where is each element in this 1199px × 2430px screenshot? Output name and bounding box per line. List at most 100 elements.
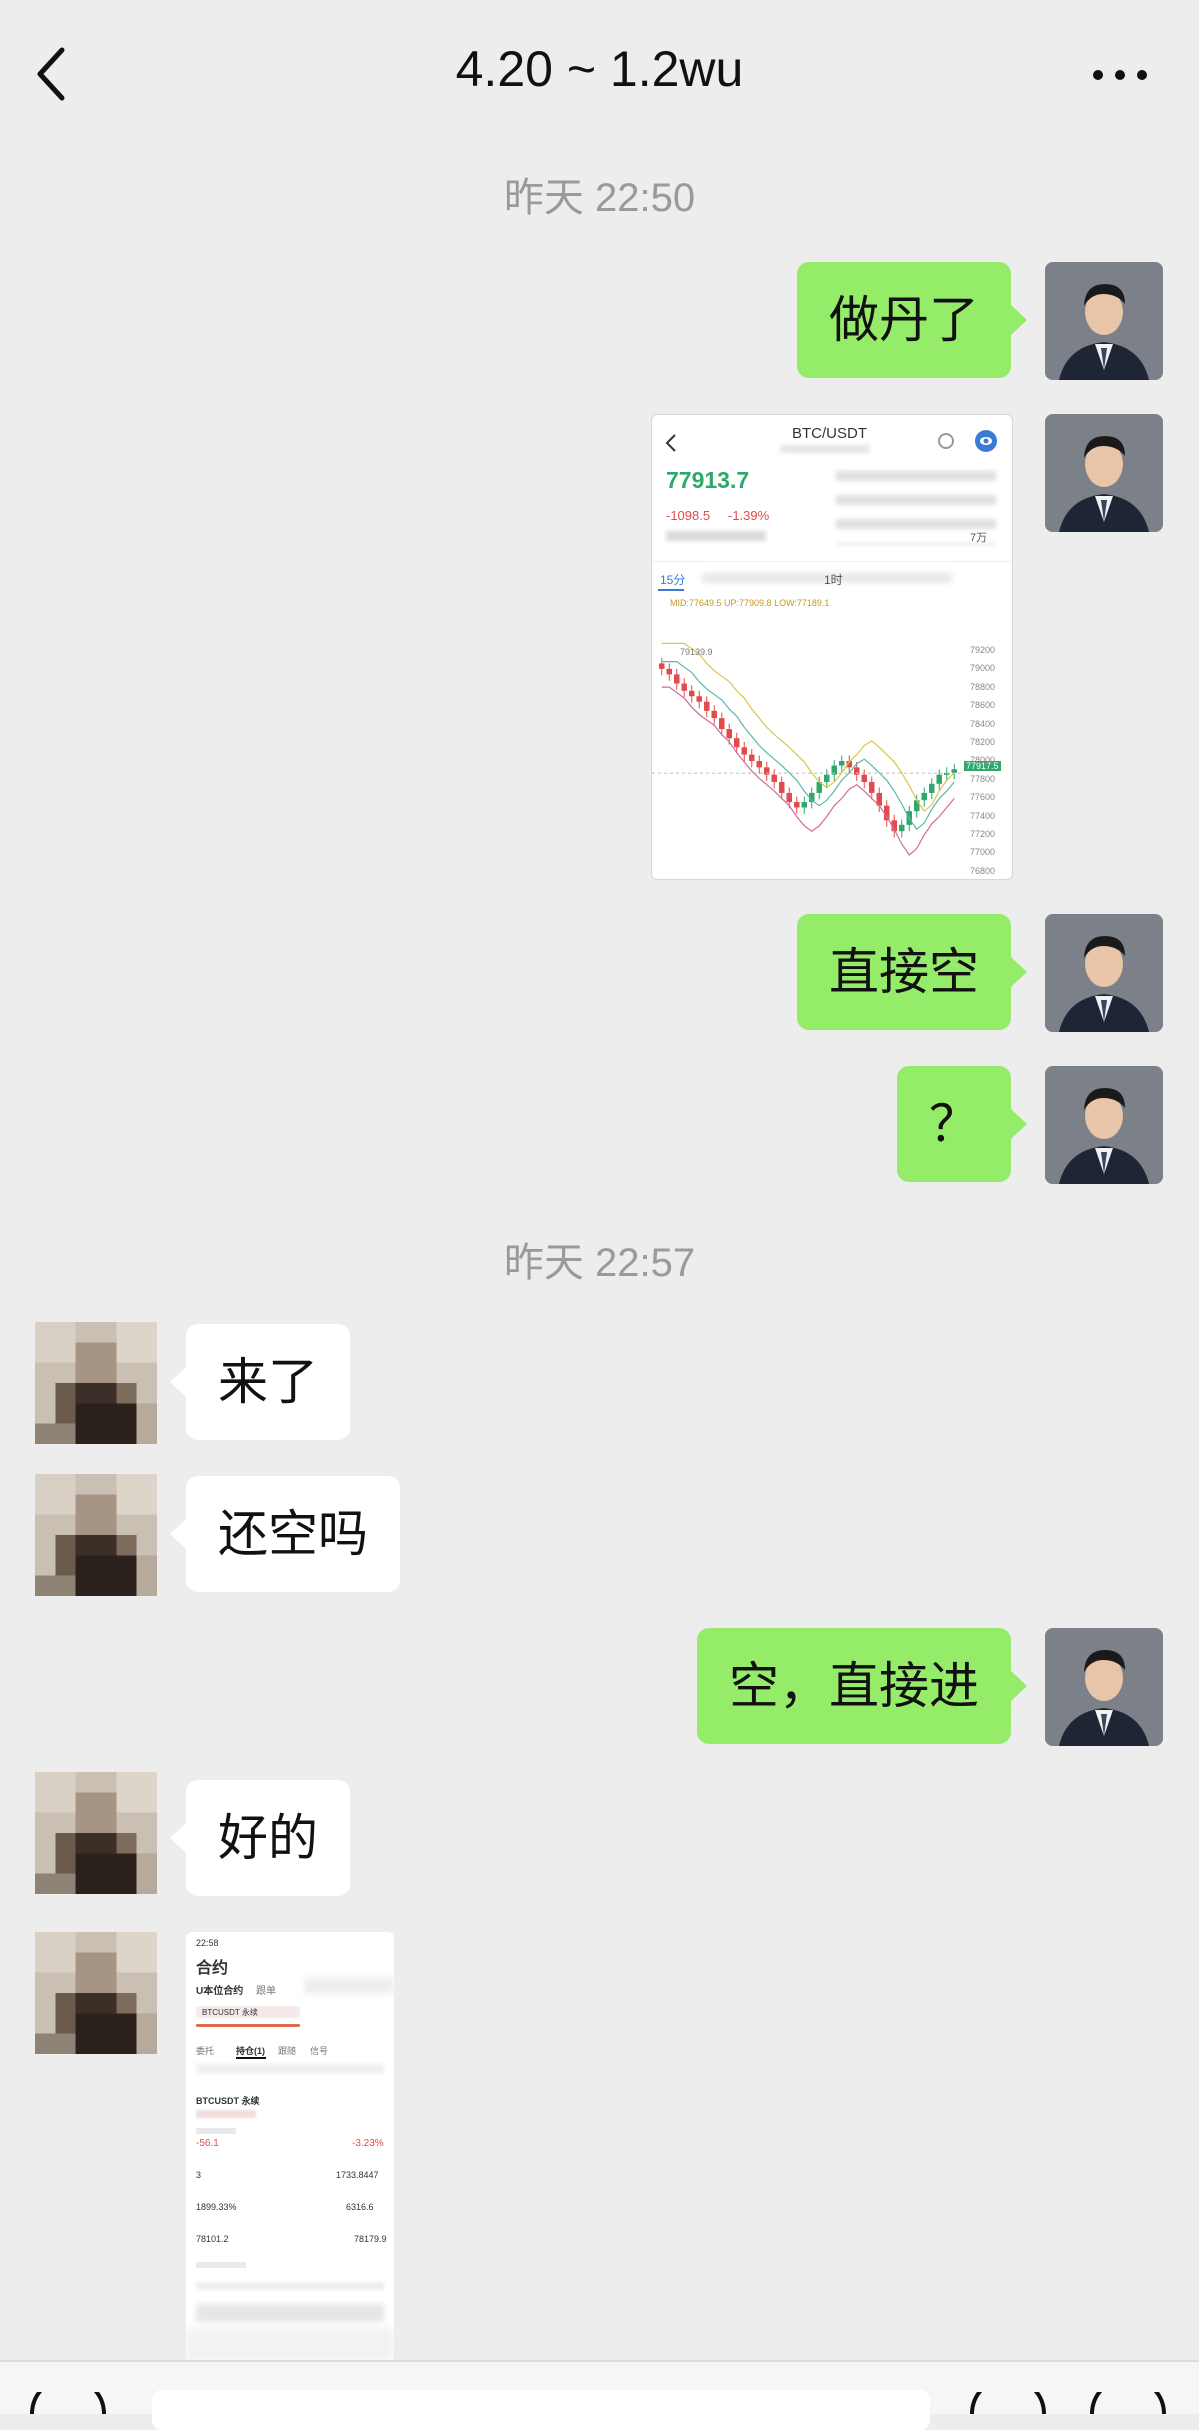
- tab-1h: 1时: [824, 573, 843, 587]
- y-tick-label: 77400: [970, 810, 996, 821]
- message-bubble-me[interactable]: ？: [897, 1066, 1027, 1182]
- y-tick-label: 77200: [970, 829, 996, 839]
- candle-body: [659, 663, 665, 669]
- candle-body: [711, 710, 717, 719]
- blurred-stat: [666, 531, 766, 541]
- avatar-me[interactable]: [1045, 914, 1163, 1032]
- y-tick-label: 76800: [970, 865, 996, 876]
- portrait-icon: [1045, 1628, 1163, 1746]
- pnl-value: -56.1: [196, 2138, 219, 2149]
- candle-body: [779, 781, 785, 793]
- timestamp: 昨天 22:50: [503, 176, 696, 220]
- contract-title: 合约: [196, 1960, 229, 1977]
- candle-body: [794, 802, 800, 808]
- avatar-them[interactable]: [35, 1322, 157, 1444]
- rate-value: 1899.33%: [196, 2202, 237, 2212]
- avatar-me[interactable]: [1045, 262, 1163, 380]
- y-tick-label: 78400: [970, 718, 996, 729]
- message-input[interactable]: [152, 2390, 930, 2430]
- pos-tab-positions: 持仓(1): [236, 2046, 265, 2056]
- margin-value: 1733.8447: [336, 2170, 379, 2180]
- pair-label: BTC/USDT: [792, 425, 867, 442]
- avatar-them[interactable]: [35, 1474, 157, 1596]
- candle-body: [749, 754, 755, 761]
- message-bubble-me[interactable]: 做丹了: [797, 262, 1027, 378]
- tab-u-contract: U本位合约: [196, 1986, 244, 1997]
- bands-label: MID:77649.5 UP:77909.8 LOW:77189.1: [670, 598, 830, 608]
- status-time: 22:58: [196, 1938, 219, 1948]
- pos-tab-follow: 跟随: [278, 2046, 297, 2056]
- candle-body: [756, 761, 762, 768]
- candle-body: [719, 718, 725, 730]
- y-tick-label: 78000: [970, 755, 996, 766]
- candle-body: [771, 774, 777, 782]
- input-bar: [0, 2360, 1199, 2430]
- y-tick-label: 79200: [970, 645, 996, 655]
- candle-body: [824, 774, 830, 782]
- pixelated-avatar-icon: [35, 1932, 157, 2054]
- more-dots-icon[interactable]: [1090, 60, 1150, 90]
- candle-body: [666, 668, 672, 675]
- value-value: 6316.6: [346, 2202, 374, 2212]
- portrait-icon: [1045, 414, 1163, 532]
- candle-body: [801, 802, 807, 808]
- y-tick-label: 78800: [970, 681, 996, 692]
- price-value: 77913.7: [666, 467, 750, 493]
- chat-header: 4.20 ~ 1.2wu: [0, 0, 1199, 148]
- candle-body: [921, 792, 927, 801]
- candle-body: [741, 747, 747, 755]
- timestamp: 昨天 22:57: [503, 1241, 696, 1285]
- pnl-pct: -3.23%: [352, 2138, 384, 2149]
- candle-body: [929, 783, 935, 793]
- candle-body: [704, 701, 710, 711]
- avatar-them[interactable]: [35, 1932, 157, 2054]
- symbol-chip: BTCUSDT 永续: [202, 2008, 258, 2017]
- y-tick-label: 79000: [970, 663, 996, 674]
- portrait-icon: [1045, 1066, 1163, 1184]
- message-bubble-them[interactable]: 还空吗: [170, 1476, 400, 1592]
- message-bubble-me[interactable]: 空，直接进: [697, 1628, 1027, 1744]
- message-bubble-them[interactable]: 来了: [170, 1324, 350, 1440]
- chart-screenshot-image[interactable]: BTC/USDT 77913.7 -1098.5 -1.39% 7万 15分 1…: [651, 414, 1013, 880]
- pos-tab-orders: 委托: [196, 2046, 215, 2056]
- plus-icon[interactable]: [1088, 2392, 1168, 2414]
- pos-tab-signal: 信号: [310, 2046, 329, 2056]
- price-change: -1098.5: [666, 508, 711, 523]
- emoji-icon[interactable]: [968, 2392, 1048, 2414]
- contract-screenshot-image[interactable]: 22:58 合约 U本位合约 跟单 BTCUSDT 永续 委托 持仓(1) 跟随…: [186, 1932, 394, 2362]
- pixelated-avatar-icon: [35, 1474, 157, 1596]
- avatar-me[interactable]: [1045, 414, 1163, 532]
- avatar-them[interactable]: [35, 1772, 157, 1894]
- candle-body: [899, 824, 905, 832]
- candle-body: [734, 738, 740, 748]
- avatar-me[interactable]: [1045, 1628, 1163, 1746]
- pixelated-avatar-icon: [35, 1322, 157, 1444]
- pixelated-avatar-icon: [35, 1772, 157, 1894]
- high-label: 79139.9: [680, 647, 713, 657]
- position-symbol: BTCUSDT 永续: [196, 2096, 260, 2106]
- candle-body: [951, 769, 957, 773]
- open-price: 78101.2: [196, 2234, 229, 2244]
- candle-body: [786, 792, 792, 803]
- candle-body: [726, 729, 732, 739]
- chevron-left-icon: [665, 434, 676, 452]
- candle-body: [681, 683, 687, 691]
- voice-icon[interactable]: [28, 2392, 108, 2414]
- message-bubble-them[interactable]: 好的: [170, 1780, 350, 1896]
- message-bubble-me[interactable]: 直接空: [797, 914, 1027, 1030]
- band-mid-line: [661, 660, 955, 831]
- candle-body: [696, 696, 702, 702]
- band-upper-line: [661, 642, 955, 813]
- y-tick-label: 77600: [970, 792, 996, 803]
- avatar-me[interactable]: [1045, 1066, 1163, 1184]
- blurred-subtitle: [780, 445, 870, 453]
- y-tick-label: 77800: [970, 773, 996, 784]
- band-low-line: [661, 686, 955, 856]
- portrait-icon: [1045, 914, 1163, 1032]
- unit-label: 7万: [970, 532, 988, 544]
- candle-body: [689, 690, 695, 697]
- candle-body: [861, 774, 867, 782]
- tab-15min: 15分: [660, 573, 686, 587]
- candle-body: [839, 761, 845, 766]
- qty-value: 3: [196, 2170, 202, 2180]
